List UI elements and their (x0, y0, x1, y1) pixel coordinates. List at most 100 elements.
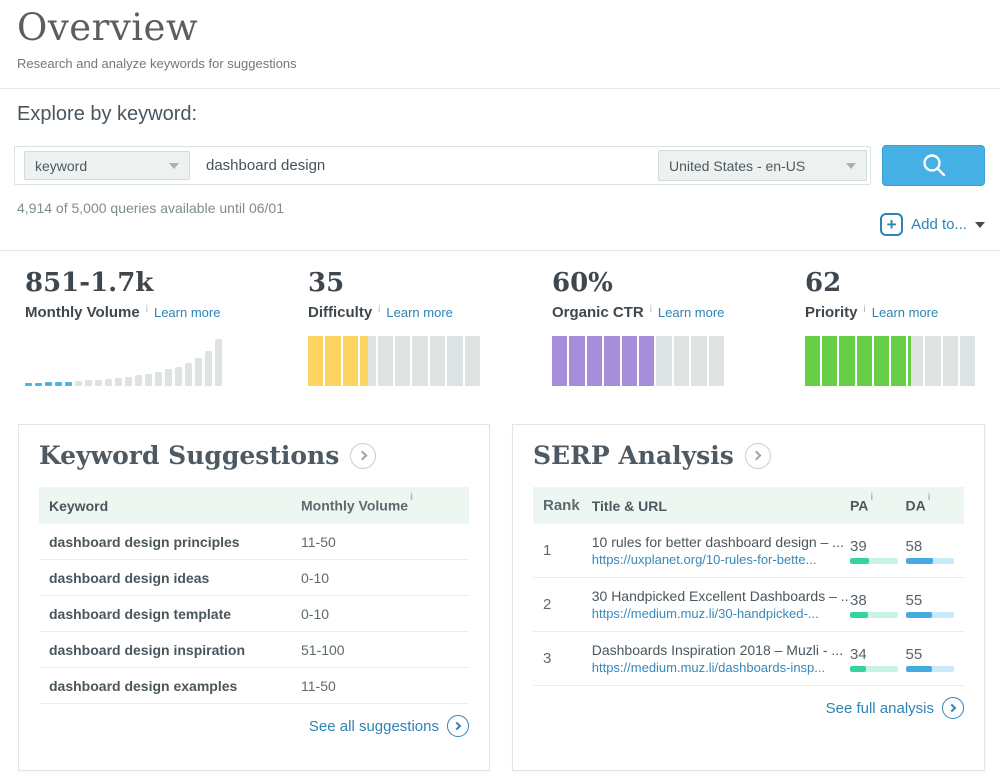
suggestion-keyword: dashboard design inspiration (49, 642, 301, 658)
page-title: Overview (17, 6, 198, 49)
keyword-suggestions-panel: Keyword Suggestions Keyword Monthly Volu… (18, 424, 490, 771)
suggestion-volume: 11-50 (301, 534, 336, 550)
header-divider (0, 88, 1000, 89)
serp-row: 2 30 Handpicked Excellent Dashboards – .… (533, 578, 964, 632)
serp-result-url-link[interactable]: https://uxplanet.org/10-rules-for-bette.… (592, 552, 850, 567)
add-to-button[interactable]: + Add to... (880, 213, 985, 236)
serp-table-header: Rank Title & URL PAi DAi (533, 487, 964, 524)
column-header-title-url: Title & URL (592, 498, 850, 514)
metric-value: 851-1.7k (25, 268, 225, 298)
serp-result-url-link[interactable]: https://medium.muz.li/dashboards-insp... (592, 660, 850, 675)
serp-rank: 2 (543, 596, 592, 613)
add-to-label: Add to... (911, 216, 967, 233)
metric-priority: 62 Priority i Learn more (805, 268, 975, 386)
metric-value: 60% (552, 268, 724, 298)
suggestion-volume: 0-10 (301, 570, 329, 586)
plus-icon: + (880, 213, 903, 236)
metric-label: Organic CTR (552, 304, 644, 321)
see-all-suggestions-link[interactable]: See all suggestions (19, 715, 469, 737)
suggestion-keyword: dashboard design principles (49, 534, 301, 550)
priority-gauge (805, 334, 975, 386)
pa-score-bar (850, 612, 898, 618)
suggestions-table-header: Keyword Monthly Volumei (39, 487, 469, 524)
query-quota-text: 4,914 of 5,000 queries available until 0… (17, 200, 284, 216)
open-serp-icon[interactable] (745, 443, 771, 469)
learn-more-link[interactable]: Learn more (872, 305, 938, 320)
info-icon[interactable]: i (928, 492, 931, 503)
arrow-right-icon (447, 715, 469, 737)
keyword-overview-page: Overview Research and analyze keywords f… (0, 0, 1000, 781)
info-icon[interactable]: i (864, 304, 866, 315)
suggestion-row[interactable]: dashboard design examples 11-50 (39, 668, 469, 704)
locale-select[interactable]: United States - en-US (658, 150, 867, 181)
da-score-bar (906, 666, 954, 672)
suggestion-row[interactable]: dashboard design principles 11-50 (39, 524, 469, 560)
suggestion-keyword: dashboard design template (49, 606, 301, 622)
see-full-analysis-link[interactable]: See full analysis (513, 697, 964, 719)
serp-result-title: 10 rules for better dashboard design – .… (592, 534, 850, 550)
serp-row: 1 10 rules for better dashboard design –… (533, 524, 964, 578)
chevron-down-icon (169, 163, 179, 169)
locale-value: United States - en-US (669, 158, 805, 174)
suggestion-volume: 11-50 (301, 678, 336, 694)
explore-by-keyword-label: Explore by keyword: (17, 103, 197, 126)
suggestion-keyword: dashboard design examples (49, 678, 301, 694)
suggestion-row[interactable]: dashboard design ideas 0-10 (39, 560, 469, 596)
suggestion-row[interactable]: dashboard design template 0-10 (39, 596, 469, 632)
serp-rank: 3 (543, 650, 592, 667)
see-all-suggestions-label: See all suggestions (309, 718, 439, 735)
difficulty-gauge (308, 334, 480, 386)
suggestion-volume: 51-100 (301, 642, 345, 658)
learn-more-link[interactable]: Learn more (386, 305, 452, 320)
metric-monthly-volume: 851-1.7k Monthly Volume i Learn more (25, 268, 225, 386)
metric-difficulty: 35 Difficulty i Learn more (308, 268, 480, 386)
metric-label: Difficulty (308, 304, 372, 321)
suggestions-body: dashboard design principles 11-50 dashbo… (39, 524, 469, 704)
search-button[interactable] (882, 145, 985, 186)
serp-result-url-link[interactable]: https://medium.muz.li/30-handpicked-... (592, 606, 850, 621)
serp-analysis-panel: SERP Analysis Rank Title & URL PAi DAi 1… (512, 424, 985, 771)
search-type-value: keyword (35, 158, 87, 174)
column-header-volume: Monthly Volumei (301, 497, 415, 514)
da-score: 55 (906, 592, 964, 609)
serp-result-title: 30 Handpicked Excellent Dashboards – ... (592, 588, 850, 604)
metric-value: 62 (805, 268, 975, 298)
suggestion-row[interactable]: dashboard design inspiration 51-100 (39, 632, 469, 668)
da-score-bar (906, 558, 954, 564)
column-header-keyword: Keyword (49, 498, 301, 514)
search-type-select[interactable]: keyword (24, 151, 190, 180)
info-icon[interactable]: i (378, 304, 380, 315)
chevron-down-icon (846, 163, 856, 169)
learn-more-link[interactable]: Learn more (154, 305, 220, 320)
serp-body: 1 10 rules for better dashboard design –… (533, 524, 964, 686)
metric-organic-ctr: 60% Organic CTR i Learn more (552, 268, 724, 386)
suggestion-keyword: dashboard design ideas (49, 570, 301, 586)
da-score: 58 (906, 538, 964, 555)
panel-title: Keyword Suggestions (39, 441, 339, 470)
organic-ctr-gauge (552, 334, 724, 386)
open-suggestions-icon[interactable] (350, 443, 376, 469)
column-header-pa: PAi (850, 497, 906, 514)
pa-score: 39 (850, 538, 906, 555)
chevron-down-icon (975, 222, 985, 228)
learn-more-link[interactable]: Learn more (658, 305, 724, 320)
info-icon[interactable]: i (650, 304, 652, 315)
serp-rank: 1 (543, 542, 592, 559)
info-icon[interactable]: i (870, 492, 873, 503)
info-icon[interactable]: i (410, 492, 413, 503)
pa-score: 38 (850, 592, 906, 609)
serp-result-title: Dashboards Inspiration 2018 – Muzli - ..… (592, 642, 850, 658)
da-score-bar (906, 612, 954, 618)
column-header-da: DAi (906, 497, 964, 514)
info-icon[interactable]: i (146, 304, 148, 315)
metric-label: Priority (805, 304, 858, 321)
metric-label: Monthly Volume (25, 304, 140, 321)
da-score: 55 (906, 646, 964, 663)
pa-score: 34 (850, 646, 906, 663)
pa-score-bar (850, 558, 898, 564)
pa-score-bar (850, 666, 898, 672)
search-bar: keyword United States - en-US (14, 146, 871, 185)
keyword-search-input[interactable] (190, 157, 658, 174)
suggestion-volume: 0-10 (301, 606, 329, 622)
page-subtitle: Research and analyze keywords for sugges… (17, 56, 297, 71)
